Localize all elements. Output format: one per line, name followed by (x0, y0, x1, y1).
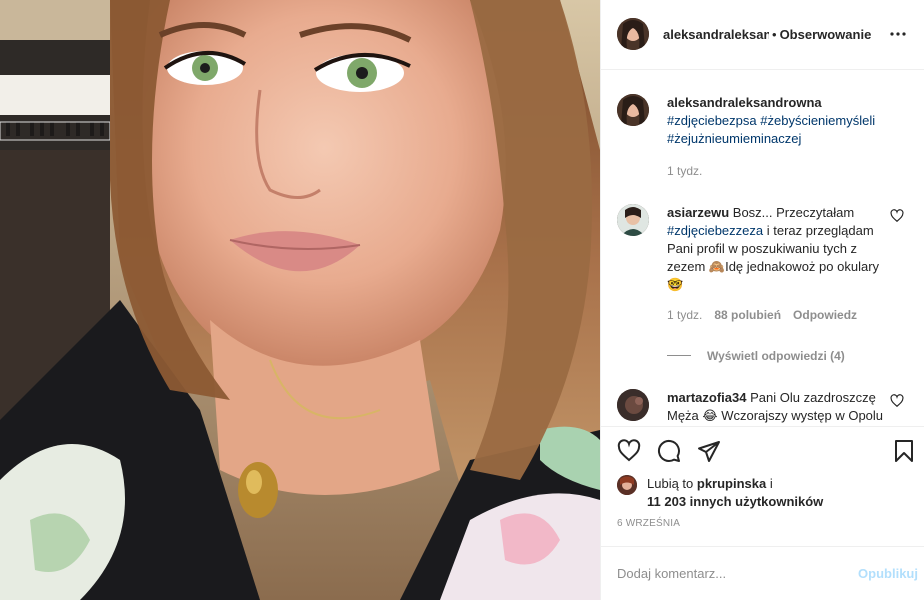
likes-summary: Lubią to pkrupinska i 11 203 innych użyt… (601, 475, 924, 518)
hashtag-link[interactable]: #żejużnieumieminaczej (667, 131, 801, 146)
replies-divider (667, 355, 691, 357)
comment-text: Bosz... Przeczytałam (732, 204, 855, 220)
hashtag-link[interactable]: #zdjęciebezpsa (667, 113, 757, 128)
heart-icon[interactable] (617, 439, 641, 463)
commenter-avatar[interactable] (617, 203, 649, 236)
add-comment-bar: Opublikuj (601, 545, 924, 600)
comment-time[interactable]: 1 tydz. (667, 306, 702, 324)
heart-icon[interactable] (890, 394, 904, 408)
selfie-image (0, 0, 600, 600)
likes-prefix: Lubią to (647, 476, 694, 492)
likes-connector: i (769, 476, 773, 492)
hashtag-link[interactable]: #żebyścieniemyśleli (760, 113, 875, 128)
post-photo[interactable] (0, 0, 600, 600)
post-side-panel: aleksandraleksandrowna • Obserwowanie al… (600, 0, 924, 600)
comment-input[interactable] (617, 565, 859, 581)
author-avatar[interactable] (617, 18, 649, 51)
caption-time[interactable]: 1 tydz. (667, 162, 702, 180)
author-avatar[interactable] (617, 93, 649, 126)
likes-others-count[interactable]: 11 203 innych użytkowników (647, 494, 823, 509)
instagram-post: aleksandraleksandrowna • Obserwowanie al… (0, 0, 924, 600)
post-comment-button[interactable]: Opublikuj (858, 566, 918, 581)
comment-item: martazofia34 Pani Olu zazdroszczę Męża 😂… (617, 388, 908, 426)
paper-plane-icon[interactable] (697, 439, 721, 463)
comment-item: asiarzewu Bosz... Przeczytałam #zdjęcieb… (617, 203, 908, 324)
heart-icon[interactable] (890, 209, 904, 223)
header-separator: • (772, 26, 777, 42)
post-header: aleksandraleksandrowna • Obserwowanie (601, 0, 924, 70)
view-replies-button[interactable]: Wyświetl odpowiedzi (4) (667, 349, 908, 363)
comments-list[interactable]: aleksandraleksandrowna #zdjęciebezpsa #ż… (601, 70, 924, 426)
post-caption: aleksandraleksandrowna #zdjęciebezpsa #ż… (617, 93, 908, 180)
action-bar (601, 425, 924, 475)
comment-icon[interactable] (657, 439, 681, 463)
author-username[interactable]: aleksandraleksandrowna (663, 27, 769, 42)
bookmark-icon[interactable] (892, 439, 916, 463)
view-replies-label: Wyświetl odpowiedzi (4) (707, 348, 845, 363)
commenter-avatar[interactable] (617, 388, 649, 421)
comment-likes-count[interactable]: 88 polubień (714, 306, 781, 324)
hashtag-link[interactable]: #zdjęciebezzeza (667, 223, 763, 238)
following-button[interactable]: Obserwowanie (780, 27, 872, 42)
comment-username[interactable]: martazofia34 (667, 390, 746, 405)
comment-username[interactable]: asiarzewu (667, 205, 729, 220)
reply-button[interactable]: Odpowiedz (793, 306, 857, 324)
liker-avatar[interactable] (617, 475, 637, 496)
ellipsis-icon[interactable] (886, 22, 910, 46)
caption-username[interactable]: aleksandraleksandrowna (667, 95, 822, 110)
post-date[interactable]: 6 WRZEŚNIA (601, 518, 924, 546)
liker-username[interactable]: pkrupinska (697, 476, 766, 491)
